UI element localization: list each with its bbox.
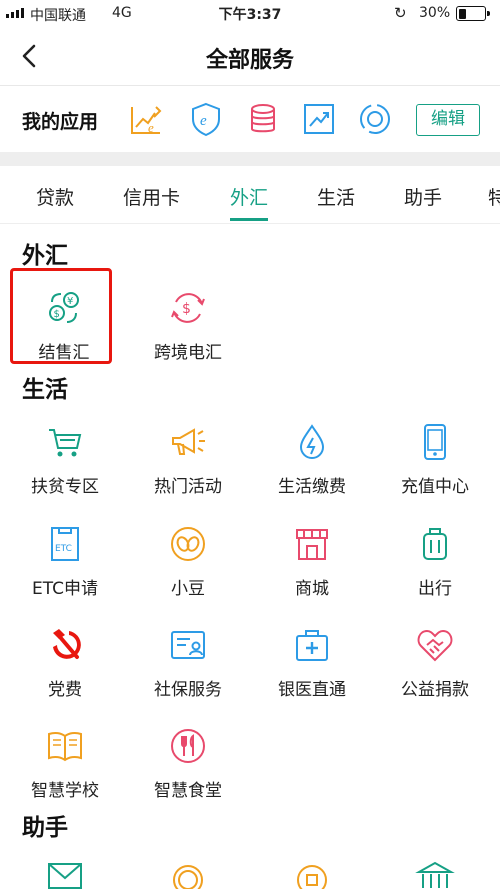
water-drop-icon — [299, 424, 325, 459]
hammer-sickle-icon — [53, 629, 81, 659]
service-label: 出行 — [418, 579, 452, 599]
mobile-phone-icon — [424, 424, 446, 460]
tab-special[interactable]: 特 — [488, 183, 500, 210]
my-apps-bar: 我的应用 e e 编辑 — [0, 86, 500, 152]
battery-percent: 30% — [419, 5, 451, 21]
gold-coin-icon[interactable] — [292, 860, 332, 889]
service-label: 社保服务 — [154, 680, 222, 700]
service-etc-apply[interactable]: ETC ETC申请 — [5, 524, 125, 599]
e-shield-icon[interactable]: e — [188, 101, 224, 137]
rotation-lock-icon: ↻ — [394, 4, 407, 22]
handshake-heart-icon — [417, 629, 453, 662]
service-label: 银医直通 — [278, 680, 346, 700]
svg-text:ETC: ETC — [55, 544, 72, 554]
service-mall[interactable]: 商城 — [252, 524, 372, 599]
service-travel[interactable]: 出行 — [375, 524, 495, 599]
battery-icon — [456, 6, 490, 21]
svg-text:e: e — [200, 113, 207, 129]
service-hot-events[interactable]: 热门活动 — [128, 422, 248, 497]
etc-card-icon: ETC — [51, 527, 79, 561]
open-book-icon — [48, 731, 82, 762]
service-label: 跨境电汇 — [154, 343, 222, 363]
service-label: 商城 — [295, 579, 329, 599]
section-divider — [0, 152, 500, 166]
service-bank-hospital[interactable]: 银医直通 — [252, 625, 372, 700]
service-label: 扶贫专区 — [31, 477, 99, 497]
edit-button[interactable]: 编辑 — [416, 104, 480, 136]
bank-building-icon[interactable] — [415, 860, 455, 889]
service-label: 生活缴费 — [278, 477, 346, 497]
tab-life[interactable]: 生活 — [317, 183, 355, 210]
service-label: 小豆 — [171, 579, 205, 599]
section-title-forex: 外汇 — [22, 243, 68, 269]
section-title-assistant: 助手 — [22, 815, 68, 841]
my-apps-label: 我的应用 — [22, 111, 99, 133]
service-social-security[interactable]: 社保服务 — [128, 625, 248, 700]
envelope-icon[interactable] — [45, 860, 85, 889]
trend-chart-icon[interactable] — [301, 101, 337, 137]
service-label: 智慧学校 — [31, 781, 99, 801]
service-label: 党费 — [48, 680, 82, 700]
section-title-life: 生活 — [22, 377, 68, 403]
service-smart-canteen[interactable]: 智慧食堂 — [128, 726, 248, 801]
tab-loans[interactable]: 贷款 — [36, 183, 74, 210]
megaphone-icon — [172, 428, 205, 455]
service-party-fee[interactable]: 党费 — [5, 625, 125, 700]
service-top-up-center[interactable]: 充值中心 — [375, 422, 495, 497]
category-tabs: 贷款 信用卡 外汇 生活 助手 特 — [0, 166, 500, 224]
nav-header: 全部服务 — [0, 28, 500, 86]
sync-circle-icon[interactable] — [357, 101, 393, 137]
service-label: ETC申请 — [32, 579, 98, 599]
coin-stack-icon[interactable] — [245, 101, 281, 137]
page-title: 全部服务 — [205, 48, 294, 73]
service-label: 智慧食堂 — [154, 781, 222, 801]
service-smart-school[interactable]: 智慧学校 — [5, 726, 125, 801]
service-label: 公益捐款 — [401, 680, 469, 700]
highlight-box — [10, 268, 112, 364]
svg-text:$: $ — [182, 301, 191, 317]
store-icon — [296, 529, 328, 560]
active-tab-indicator — [230, 218, 268, 221]
shopping-cart-icon — [49, 429, 82, 457]
id-card-icon — [171, 631, 205, 659]
service-cross-border-wire[interactable]: $ 跨境电汇 — [128, 288, 248, 363]
service-utility-bills[interactable]: 生活缴费 — [252, 422, 372, 497]
chart-pen-icon[interactable]: e — [128, 101, 164, 137]
bean-icon — [171, 527, 205, 561]
tab-assistant[interactable]: 助手 — [404, 183, 442, 210]
status-bar: 中国联通 4G 下午3:37 ↻ 30% — [0, 0, 500, 28]
service-label: 充值中心 — [401, 477, 469, 497]
luggage-icon — [423, 528, 447, 560]
svg-text:e: e — [148, 120, 154, 135]
service-poverty-zone[interactable]: 扶贫专区 — [5, 422, 125, 497]
dollar-transfer-icon: $ — [171, 293, 205, 323]
coin-icon[interactable] — [168, 860, 208, 889]
service-xiaodou[interactable]: 小豆 — [128, 524, 248, 599]
service-charity-donation[interactable]: 公益捐款 — [375, 625, 495, 700]
fork-knife-icon — [171, 729, 205, 763]
tab-forex[interactable]: 外汇 — [230, 183, 268, 210]
service-label: 热门活动 — [154, 477, 222, 497]
medical-kit-icon — [296, 630, 328, 661]
tab-credit-card[interactable]: 信用卡 — [123, 183, 180, 210]
